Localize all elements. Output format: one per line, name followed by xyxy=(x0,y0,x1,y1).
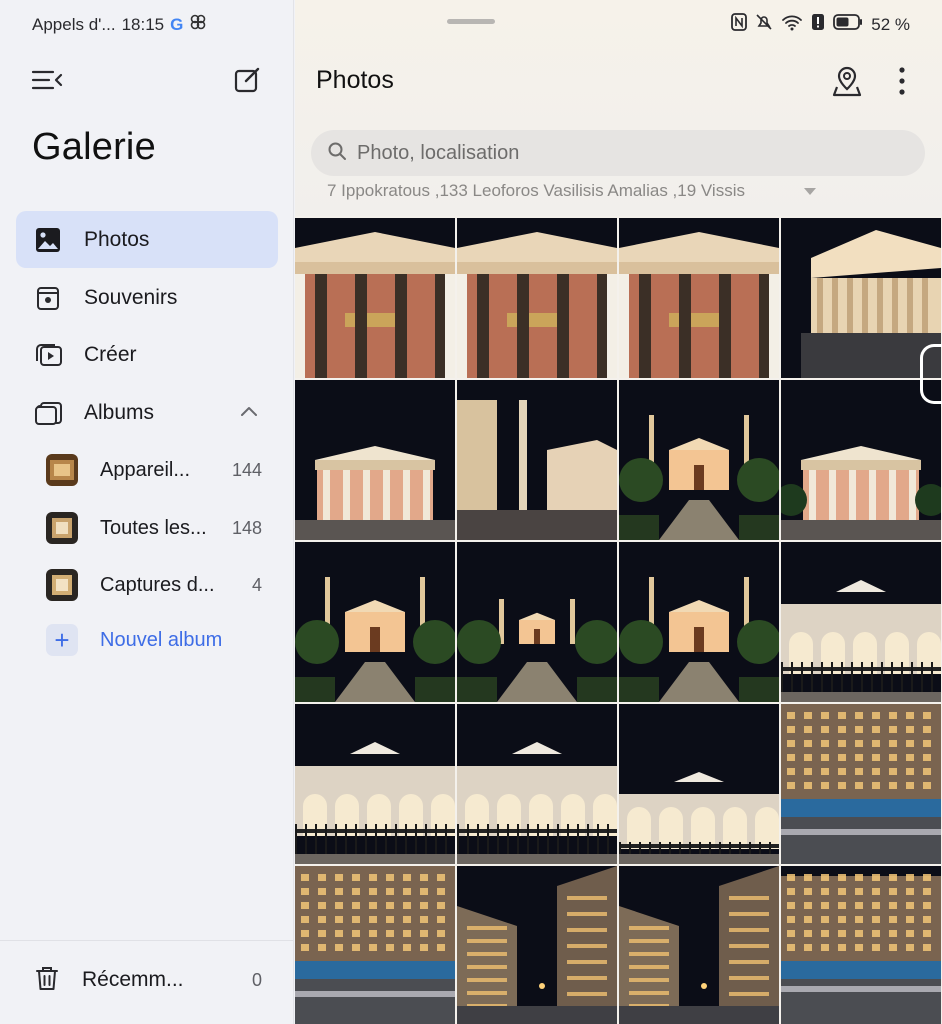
plus-icon: + xyxy=(46,624,78,656)
album-item-toutes[interactable]: Toutes les... 148 xyxy=(46,504,262,552)
sidebar-item-label: Photos xyxy=(84,227,150,251)
album-count: 144 xyxy=(231,459,262,480)
pinwheel-icon xyxy=(189,13,207,36)
divider xyxy=(0,940,294,941)
chevron-up-icon[interactable] xyxy=(240,404,258,422)
photo-thumbnail[interactable] xyxy=(781,380,941,540)
photo-thumbnail[interactable] xyxy=(457,866,617,1024)
drag-handle[interactable] xyxy=(447,19,495,24)
albums-icon xyxy=(32,397,64,429)
album-item-captures[interactable]: Captures d... 4 xyxy=(46,561,262,609)
photo-thumbnail[interactable] xyxy=(781,218,941,378)
photo-thumbnail[interactable] xyxy=(781,866,941,1024)
battery-icon xyxy=(833,14,863,35)
album-thumbnail xyxy=(46,454,78,486)
more-options-icon[interactable] xyxy=(890,64,914,98)
main-title: Photos xyxy=(316,66,394,94)
album-count: 148 xyxy=(231,517,262,538)
sidebar-item-albums[interactable]: Albums xyxy=(16,384,278,441)
image-icon xyxy=(32,224,64,256)
search-bar[interactable] xyxy=(311,130,925,176)
carrier-label: Appels d'... xyxy=(32,14,116,34)
sidebar-item-label: Albums xyxy=(84,400,155,424)
album-name: Appareil... xyxy=(100,458,191,481)
caret-down-icon[interactable] xyxy=(804,188,816,195)
photo-grid xyxy=(295,218,942,1024)
photo-thumbnail[interactable] xyxy=(619,380,779,540)
album-thumbnail xyxy=(46,512,78,544)
photo-thumbnail[interactable] xyxy=(619,866,779,1024)
main-panel: 52 % Photos 7 Ippokratous ,133 Leoforos … xyxy=(295,0,942,1024)
header: 52 % Photos 7 Ippokratous ,133 Leoforos … xyxy=(295,0,942,216)
sidebar-item-creer[interactable]: Créer xyxy=(16,326,278,383)
collapse-sidebar-icon[interactable] xyxy=(30,66,64,94)
sidebar-item-souvenirs[interactable]: Souvenirs xyxy=(16,269,278,326)
photo-thumbnail[interactable] xyxy=(619,218,779,378)
photo-thumbnail[interactable] xyxy=(457,218,617,378)
trash-count: 0 xyxy=(251,969,262,990)
sidebar-item-label: Créer xyxy=(84,342,137,366)
map-location-icon[interactable] xyxy=(831,64,863,98)
sidebar-item-photos[interactable]: Photos xyxy=(16,211,278,268)
battery-level: 52 % xyxy=(871,14,910,34)
photo-thumbnail[interactable] xyxy=(295,704,455,864)
photo-thumbnail[interactable] xyxy=(457,380,617,540)
side-handle[interactable] xyxy=(920,344,942,404)
wifi-icon xyxy=(781,13,803,36)
photo-thumbnail[interactable] xyxy=(781,542,941,702)
create-icon xyxy=(32,339,64,371)
nfc-icon xyxy=(731,13,748,36)
photo-thumbnail[interactable] xyxy=(295,866,455,1024)
sidebar: Appels d'... 18:15 G Galerie Photos Souv… xyxy=(0,0,294,1024)
location-label: 7 Ippokratous ,133 Leoforos Vasilisis Am… xyxy=(327,182,745,200)
status-bar-left: Appels d'... 18:15 G xyxy=(32,13,207,36)
album-name: Toutes les... xyxy=(100,516,207,539)
page-title: Galerie xyxy=(32,126,156,168)
photo-thumbnail[interactable] xyxy=(295,218,455,378)
memories-icon xyxy=(32,282,64,314)
trash-icon xyxy=(32,963,62,998)
trash-label: Récemm... xyxy=(82,968,184,991)
new-album-button[interactable]: + Nouvel album xyxy=(46,624,222,656)
photo-thumbnail[interactable] xyxy=(457,542,617,702)
alert-icon xyxy=(811,13,825,36)
mute-icon xyxy=(755,13,773,36)
google-icon: G xyxy=(170,14,184,34)
new-album-label: Nouvel album xyxy=(100,628,223,651)
album-item-appareil[interactable]: Appareil... 144 xyxy=(46,446,262,494)
album-count: 4 xyxy=(251,574,262,595)
search-icon xyxy=(327,141,347,166)
album-thumbnail xyxy=(46,569,78,601)
clock: 18:15 xyxy=(121,14,165,34)
photo-thumbnail[interactable] xyxy=(619,542,779,702)
photo-thumbnail[interactable] xyxy=(457,704,617,864)
photo-thumbnail[interactable] xyxy=(781,704,941,864)
photo-thumbnail[interactable] xyxy=(619,704,779,864)
search-input[interactable] xyxy=(357,141,877,165)
photo-thumbnail[interactable] xyxy=(295,542,455,702)
sidebar-item-label: Souvenirs xyxy=(84,285,178,309)
sidebar-item-trash[interactable]: Récemm... 0 xyxy=(32,956,262,1004)
photo-thumbnail[interactable] xyxy=(295,380,455,540)
edit-icon[interactable] xyxy=(232,65,262,95)
album-name: Captures d... xyxy=(100,573,215,596)
status-bar-right: 52 % xyxy=(731,13,910,36)
